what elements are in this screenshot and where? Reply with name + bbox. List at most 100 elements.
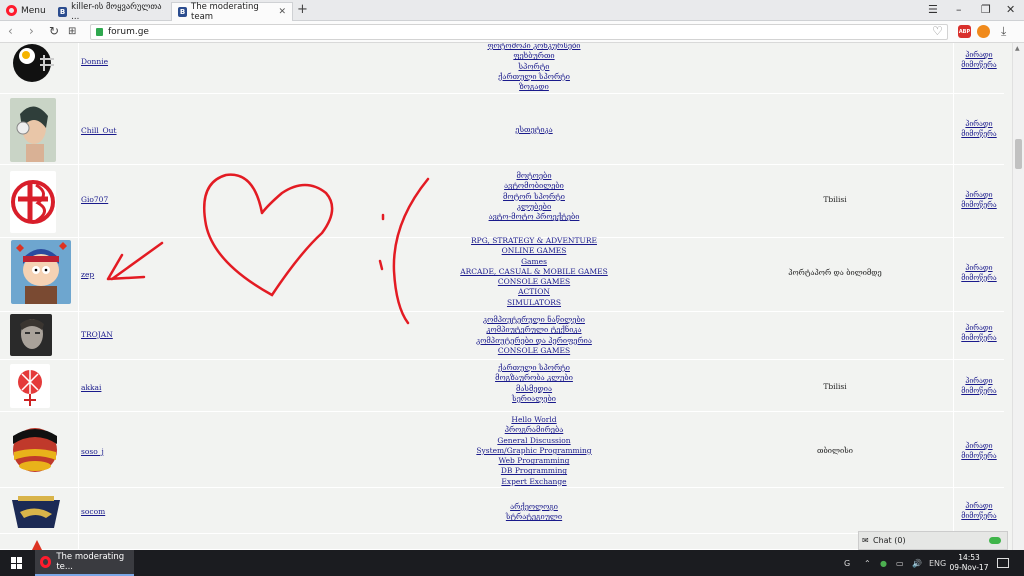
- pm-link[interactable]: პირადი მიმოწერა: [955, 502, 1003, 521]
- pm-link[interactable]: პირადი მიმოწერა: [955, 51, 1003, 70]
- extension-icon[interactable]: [977, 25, 990, 38]
- user-avatar[interactable]: [11, 240, 71, 304]
- forum-link[interactable]: RPG, STRATEGY & ADVENTURE: [440, 236, 628, 246]
- username-link[interactable]: socom: [81, 507, 105, 516]
- forum-link[interactable]: Web Programming: [440, 456, 628, 466]
- opera-menu-button[interactable]: Menu: [2, 1, 52, 20]
- pm-link[interactable]: პირადი მიმოწერა: [955, 324, 1003, 343]
- username-link[interactable]: Gio707: [81, 195, 108, 204]
- tab-bar: Menu B killer-ის მოყვარულთა ... B The mo…: [0, 0, 1024, 22]
- close-tab-icon[interactable]: ✕: [278, 7, 286, 17]
- forum-link[interactable]: კომპიუტერული ნაწილები: [440, 315, 628, 325]
- pm-link[interactable]: პირადი მიმოწერა: [955, 377, 1003, 396]
- pm-label: პირადი: [965, 502, 993, 510]
- forum-link[interactable]: ესთეტიკა: [440, 125, 628, 135]
- forum-link[interactable]: ARCADE, CASUAL & MOBILE GAMES: [440, 267, 628, 277]
- user-avatar[interactable]: [10, 43, 56, 85]
- tab-killer[interactable]: B killer-ის მოყვარულთა ...: [52, 2, 170, 22]
- pm-link[interactable]: პირადი მიმოწერა: [955, 120, 1003, 139]
- forum-link[interactable]: ფეხბურთი: [440, 51, 628, 61]
- forum-link[interactable]: ზოგადი: [440, 82, 628, 92]
- forum-link[interactable]: Expert Exchange: [440, 477, 628, 487]
- secure-lock-icon: [96, 28, 103, 36]
- bookmark-heart-icon[interactable]: ♡: [932, 24, 943, 38]
- restore-icon[interactable]: ❐: [981, 3, 991, 16]
- forum-link[interactable]: SIMULATORS: [440, 298, 628, 308]
- new-tab-button[interactable]: +: [297, 2, 308, 17]
- pm-label: პირადი: [965, 324, 993, 332]
- forum-link[interactable]: მოტორ სპორტი: [440, 192, 628, 202]
- forum-link[interactable]: ONLINE GAMES: [440, 246, 628, 256]
- tab-moderating-team[interactable]: B The moderating team ✕: [171, 2, 293, 22]
- user-avatar[interactable]: [10, 426, 60, 474]
- input-language[interactable]: ENG: [929, 559, 946, 568]
- forum-link[interactable]: Games: [440, 257, 628, 267]
- windows-start-icon[interactable]: [11, 557, 23, 569]
- forum-link[interactable]: General Discussion: [440, 436, 628, 446]
- tray-app-icon[interactable]: ●: [880, 559, 887, 568]
- forum-link[interactable]: მოტოები: [440, 171, 628, 181]
- volume-icon[interactable]: 🔊: [912, 559, 922, 568]
- user-avatar[interactable]: [10, 314, 52, 356]
- username-link[interactable]: zep: [81, 270, 94, 279]
- forum-link[interactable]: CONSOLE GAMES: [440, 346, 628, 356]
- username-link[interactable]: TROJAN: [81, 330, 113, 339]
- forum-link[interactable]: System/Graphic Programming: [440, 446, 628, 456]
- pm-label: მიმოწერა: [961, 129, 997, 138]
- username-link[interactable]: soso_j: [81, 447, 104, 456]
- forum-link[interactable]: არქეოლოგი: [440, 502, 628, 512]
- forum-link[interactable]: DB Programming: [440, 466, 628, 476]
- forum-link[interactable]: ACTION: [440, 287, 628, 297]
- tray-network-icon[interactable]: ▭: [896, 559, 904, 568]
- taskbar-app-label: The moderating te...: [56, 552, 125, 572]
- close-window-icon[interactable]: ✕: [1006, 3, 1015, 16]
- url-field[interactable]: forum.ge: [90, 24, 948, 40]
- forum-link[interactable]: ქართული სპორტი: [440, 363, 628, 373]
- forum-link[interactable]: კომპიუტერული ტექნიკა: [440, 325, 628, 335]
- forum-link[interactable]: მასმედია: [440, 384, 628, 394]
- chat-widget[interactable]: ✉ Chat (0): [858, 531, 1008, 550]
- user-avatar[interactable]: [10, 364, 50, 408]
- back-icon[interactable]: ‹: [8, 24, 13, 38]
- user-avatar[interactable]: [10, 490, 62, 532]
- user-avatar[interactable]: [30, 538, 44, 550]
- notifications-icon[interactable]: [997, 558, 1009, 568]
- pm-link[interactable]: პირადი მიმოწერა: [955, 264, 1003, 283]
- scrollbar-thumb[interactable]: [1015, 139, 1022, 169]
- forum-link[interactable]: ავტო-მოტო პროექტები: [440, 212, 628, 222]
- forum-link[interactable]: კომპიუტერები და პერიფერია: [440, 336, 628, 346]
- tray-expand-icon[interactable]: ⌃: [864, 559, 871, 568]
- taskbar-opera-app[interactable]: The moderating te...: [35, 550, 134, 576]
- forum-link[interactable]: სპორტი: [440, 62, 628, 72]
- username-link[interactable]: Donnie: [81, 57, 108, 66]
- forum-link[interactable]: ქართული სპორტი: [440, 72, 628, 82]
- system-clock[interactable]: 14:53 09-Nov-17: [948, 553, 990, 573]
- user-avatar[interactable]: [10, 171, 56, 233]
- forum-link[interactable]: CONSOLE GAMES: [440, 277, 628, 287]
- pm-link[interactable]: პირადი მიმოწერა: [955, 442, 1003, 461]
- username-link[interactable]: akkai: [81, 383, 101, 392]
- speed-dial-icon[interactable]: ⊞: [68, 26, 76, 37]
- chat-toggle[interactable]: [989, 537, 1001, 544]
- forum-link[interactable]: ფოტოშოპი კონკურსები: [440, 43, 628, 51]
- forum-favicon-icon: B: [58, 6, 68, 17]
- download-icon[interactable]: ⤓: [1001, 24, 1006, 39]
- pm-link[interactable]: პირადი მიმოწერა: [955, 191, 1003, 210]
- adblock-extension-icon[interactable]: ABP: [958, 25, 971, 38]
- minimize-icon[interactable]: –: [956, 3, 962, 16]
- page-scrollbar[interactable]: ▲: [1012, 43, 1024, 550]
- tab-menu-icon[interactable]: ☰: [928, 3, 938, 16]
- reload-icon[interactable]: ↻: [49, 24, 59, 38]
- forum-link[interactable]: პროგრამირება: [440, 425, 628, 435]
- forum-link[interactable]: სტრატეგიული: [440, 512, 628, 522]
- tray-g-icon[interactable]: G: [844, 559, 850, 568]
- forum-link[interactable]: მოგზაურობა კლუბი: [440, 373, 628, 383]
- username-link[interactable]: Chill_Out: [81, 126, 117, 135]
- forum-link[interactable]: კლუბები: [440, 202, 628, 212]
- scroll-up-icon[interactable]: ▲: [1015, 45, 1020, 52]
- forum-link[interactable]: Hello World: [440, 415, 628, 425]
- user-avatar[interactable]: [10, 98, 56, 162]
- forum-link[interactable]: სერიალები: [440, 394, 628, 404]
- forward-icon[interactable]: ›: [29, 24, 34, 38]
- forum-link[interactable]: ავტომობილები: [440, 181, 628, 191]
